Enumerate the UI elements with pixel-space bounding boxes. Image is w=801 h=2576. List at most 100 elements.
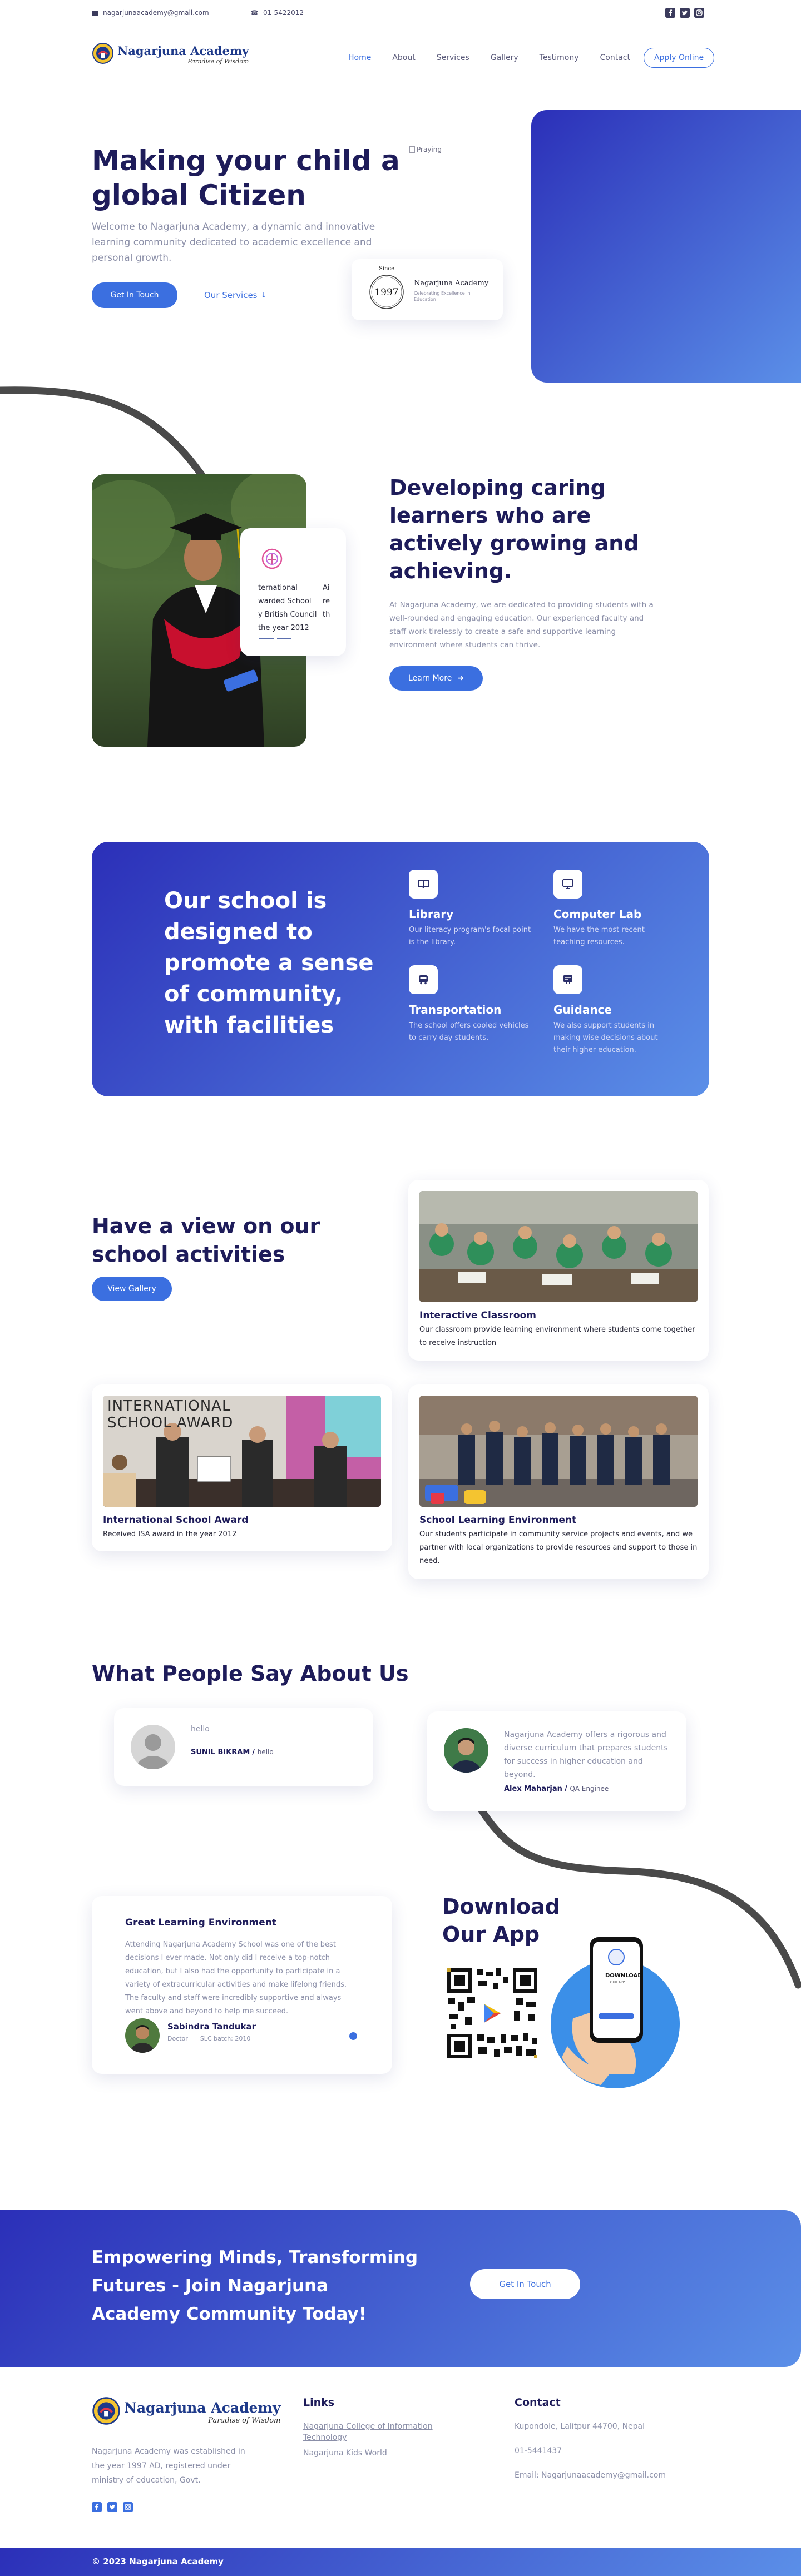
facebook-icon[interactable] — [92, 2502, 102, 2512]
bus-icon — [409, 965, 438, 994]
award-line-1: ternational — [258, 584, 298, 592]
footer-links-title: Links — [303, 2396, 335, 2409]
book-icon — [409, 870, 438, 899]
footer-phone[interactable]: 01-5441437 — [515, 2446, 704, 2455]
brand-logo[interactable]: Nagarjuna Academy Paradise of Wisdom — [92, 42, 249, 67]
learn-more-label: Learn More — [408, 674, 452, 683]
since-badge-card: Since 1997 Nagarjuna Academy Celebrating… — [352, 259, 503, 320]
facility-text: We also support students in making wise … — [553, 1021, 658, 1054]
instagram-icon[interactable] — [694, 8, 704, 18]
facility-text: We have the most recent teaching resourc… — [553, 926, 645, 946]
award-line-3: y British Council — [258, 611, 317, 619]
card-dash — [259, 638, 274, 639]
app-qr-code[interactable] — [445, 1966, 540, 2061]
badge-school-name: Nagarjuna Academy — [414, 279, 489, 287]
since-label: Since — [378, 266, 394, 272]
nav-home[interactable]: Home — [348, 53, 371, 62]
footer-brand-tagline: Paradise of Wisdom — [208, 2416, 281, 2425]
phone-download-text: DOWNLOAD — [605, 1973, 642, 1979]
testimonial-quote: Attending Nagarjuna Academy School was o… — [125, 1940, 347, 2016]
about-title: Developing caring learners who are activ… — [389, 475, 639, 583]
learn-more-button[interactable]: Learn More ➜ — [389, 666, 483, 691]
footer-address: Kupondole, Lalitpur 44700, Nepal — [515, 2422, 645, 2431]
testimonial-batch: SLC batch: 2010 — [200, 2035, 251, 2042]
badge-tagline: Celebrating Excellence in Education — [414, 291, 471, 302]
phone-icon: ☎ — [250, 9, 259, 17]
instagram-icon[interactable] — [123, 2502, 133, 2512]
footer-contact: Contact Kupondole, Lalitpur 44700, Nepal… — [515, 2396, 704, 2480]
topbar: nagarjunaacademy@gmail.com ☎ 01-5422012 — [0, 0, 801, 27]
our-services-link[interactable]: Our Services ↓ — [204, 290, 266, 300]
nav-testimony[interactable]: Testimony — [540, 53, 579, 62]
facility-computer-lab: Computer Lab We have the most recent tea… — [553, 870, 676, 949]
hero-image-placeholder: Praying — [409, 146, 442, 153]
gallery-title: Have a view on our school activities — [92, 1214, 320, 1267]
nav-gallery[interactable]: Gallery — [491, 53, 518, 62]
testimonial-heading: Great Learning Environment — [125, 1917, 276, 1928]
footer-brand-name: Nagarjuna Academy — [124, 2399, 281, 2416]
classroom-photo — [419, 1191, 698, 1302]
gallery-card-text: Our classroom provide learning environme… — [419, 1326, 695, 1347]
school-emblem-icon — [92, 2396, 121, 2428]
footer-link-college[interactable]: Nagarjuna College of Information Technol… — [303, 2421, 453, 2443]
topbar-phone[interactable]: 01-5422012 — [263, 9, 304, 17]
header: Nagarjuna Academy Paradise of Wisdom Hom… — [0, 37, 801, 76]
view-gallery-button[interactable]: View Gallery — [92, 1277, 172, 1301]
hero-subtitle: Welcome to Nagarjuna Academy, a dynamic … — [92, 221, 375, 264]
gallery-card-title: Interactive Classroom — [419, 1310, 536, 1321]
facility-title: Guidance — [553, 1003, 612, 1016]
footer-link-kids-world[interactable]: Nagarjuna Kids World — [303, 2449, 459, 2458]
testimonial-card-1: hello SUNIL BIKRAM / hello — [114, 1708, 373, 1786]
about-section: Developing caring learners who are activ… — [389, 474, 668, 691]
app-phone-illustration: DOWNLOAD OUR APP — [551, 1935, 684, 2091]
twitter-icon[interactable] — [107, 2502, 117, 2512]
testimonial-name: Sabindra Tandukar — [167, 2022, 256, 2032]
hero-image-alt: Praying — [417, 146, 442, 153]
get-in-touch-button[interactable]: Get In Touch — [92, 282, 177, 308]
card-dash — [277, 638, 291, 639]
footer-about: Nagarjuna Academy was established in the… — [92, 2447, 245, 2485]
copyright-bar: © 2023 Nagarjuna Academy — [0, 2548, 801, 2576]
footer-brand[interactable]: Nagarjuna Academy Paradise of Wisdom — [92, 2396, 280, 2428]
twitter-icon[interactable] — [680, 8, 690, 18]
gallery-card-learning-env[interactable]: School Learning Environment Our students… — [408, 1384, 709, 1579]
facility-title: Transportation — [409, 1003, 502, 1016]
testimonial-role: QA Enginee — [570, 1785, 609, 1793]
gallery-card-text: Received ISA award in the year 2012 — [103, 1530, 237, 1538]
footer-email[interactable]: Email: Nagarjunaacademy@gmail.com — [515, 2471, 704, 2480]
nav-about[interactable]: About — [392, 53, 415, 62]
testimonial-role: Doctor — [167, 2035, 188, 2042]
testimonial-quote: hello — [191, 1725, 210, 1734]
apply-online-button[interactable]: Apply Online — [643, 48, 715, 68]
facility-title: Computer Lab — [553, 907, 642, 921]
brand-tagline: Paradise of Wisdom — [187, 57, 249, 65]
our-services-label: Our Services — [204, 290, 258, 300]
award-line-4: the year 2012 — [258, 624, 309, 632]
facility-text: Our literacy program's focal point is th… — [409, 926, 531, 946]
gallery-card-classroom[interactable]: Interactive Classroom Our classroom prov… — [408, 1180, 709, 1361]
testimonial-role: hello — [257, 1748, 274, 1756]
nav-services[interactable]: Services — [437, 53, 469, 62]
topbar-email[interactable]: nagarjunaacademy@gmail.com — [103, 9, 209, 17]
facilities-panel: Our school is designed to promote a sens… — [92, 842, 709, 1096]
main-nav: Home About Services Gallery Testimony Co… — [348, 48, 715, 68]
testimonial-quote: Nagarjuna Academy offers a rigorous and … — [504, 1730, 668, 1779]
phone-download-sub: OUR APP — [610, 1981, 625, 1984]
award-col2-line-3: th — [323, 611, 330, 619]
gallery-card-award[interactable]: INTERNATIONAL SCHOOL AWARD International… — [92, 1384, 392, 1551]
cta-title: Empowering Minds, Transforming Futures -… — [92, 2247, 418, 2324]
nav-contact[interactable]: Contact — [600, 53, 630, 62]
testimonial-name: SUNIL BIKRAM — [191, 1748, 250, 1756]
carousel-dot[interactable] — [349, 2032, 357, 2040]
since-year: 1997 — [374, 287, 399, 298]
facility-transportation: Transportation The school offers cooled … — [409, 965, 531, 1044]
footer-links: Links Nagarjuna College of Information T… — [303, 2396, 459, 2458]
hero-gradient-panel — [531, 110, 801, 383]
facebook-icon[interactable] — [665, 8, 675, 18]
award-medal-icon — [261, 548, 283, 569]
award-line-2: warded School — [258, 597, 312, 605]
gallery-card-text: Our students participate in community se… — [419, 1530, 698, 1565]
arrow-right-icon: ➜ — [457, 674, 464, 683]
broken-image-icon — [409, 146, 415, 153]
cta-get-in-touch-button[interactable]: Get In Touch — [470, 2269, 580, 2299]
